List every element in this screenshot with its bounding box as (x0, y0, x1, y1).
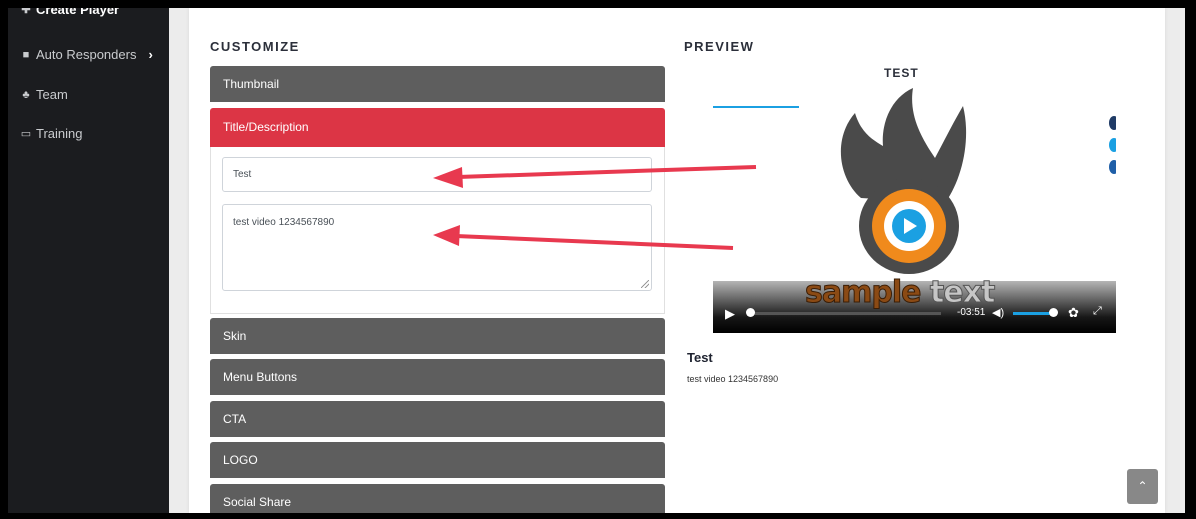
preview-caption-description: test video 1234567890 (687, 374, 779, 384)
accordion-logo[interactable]: LOGO (210, 442, 665, 478)
fullscreen-icon[interactable]: ⤢ (1093, 305, 1102, 318)
accordion-skin[interactable]: Skin (210, 318, 665, 354)
accordion-thumbnail[interactable]: Thumbnail (210, 66, 665, 102)
preview-caption-title: Test (687, 350, 713, 365)
chevron-up-icon: ⌃ (1137, 479, 1148, 493)
sidebar-item-label: Team (36, 87, 68, 102)
player-controls: sample text ▶ -03:51 ◀) ✿ ⤢ (713, 275, 1116, 333)
chevron-right-icon: › (148, 47, 153, 62)
app-window: ✚ Create Player ■ Auto Responders › ♣ Te… (8, 8, 1185, 513)
scroll-to-top-button[interactable]: ⌃ (1127, 469, 1158, 504)
progress-handle[interactable] (746, 308, 755, 317)
preview-heading: PREVIEW (684, 39, 755, 54)
customize-heading: CUSTOMIZE (210, 39, 300, 54)
video-player[interactable]: sample text ▶ -03:51 ◀) ✿ ⤢ (713, 88, 1116, 333)
sidebar: ✚ Create Player ■ Auto Responders › ♣ Te… (8, 8, 169, 513)
title-input[interactable]: Test (222, 157, 652, 192)
play-button[interactable]: ▶ (725, 306, 735, 322)
sidebar-item-label: Create Player (36, 8, 120, 17)
team-icon: ♣ (22, 88, 30, 101)
progress-bar[interactable] (751, 312, 941, 315)
sidebar-item-create-player[interactable]: ✚ Create Player (20, 8, 119, 17)
sidebar-item-label: Auto Responders (36, 47, 137, 62)
accordion-menu-buttons[interactable]: Menu Buttons (210, 359, 665, 395)
settings-gear-icon[interactable]: ✿ (1068, 305, 1079, 321)
volume-icon[interactable]: ◀) (992, 306, 1004, 319)
description-text: test video 1234567890 (233, 217, 335, 228)
accordion-social-share[interactable]: Social Share (210, 484, 665, 513)
description-textarea[interactable]: test video 1234567890 (222, 204, 652, 291)
sidebar-item-auto-responders[interactable]: ■ Auto Responders › (20, 47, 153, 62)
volume-slider[interactable] (1013, 312, 1053, 315)
overlay-text: sample text (804, 275, 995, 311)
volume-handle[interactable] (1049, 308, 1058, 317)
main-panel: CUSTOMIZE Thumbnail Title/Description Te… (189, 8, 1165, 513)
monitor-icon: ▭ (20, 128, 32, 140)
sidebar-item-label: Training (36, 126, 83, 141)
sidebar-item-training[interactable]: ▭ Training (20, 126, 83, 141)
time-remaining: -03:51 (957, 307, 986, 318)
folder-icon: ■ (22, 48, 30, 61)
plus-icon: ✚ (21, 8, 31, 16)
accordion-cta[interactable]: CTA (210, 401, 665, 437)
accordion-title-description[interactable]: Title/Description (210, 108, 665, 147)
sidebar-item-team[interactable]: ♣ Team (20, 87, 68, 102)
video-name: TEST (884, 66, 919, 80)
resize-grip-icon[interactable] (641, 280, 649, 288)
